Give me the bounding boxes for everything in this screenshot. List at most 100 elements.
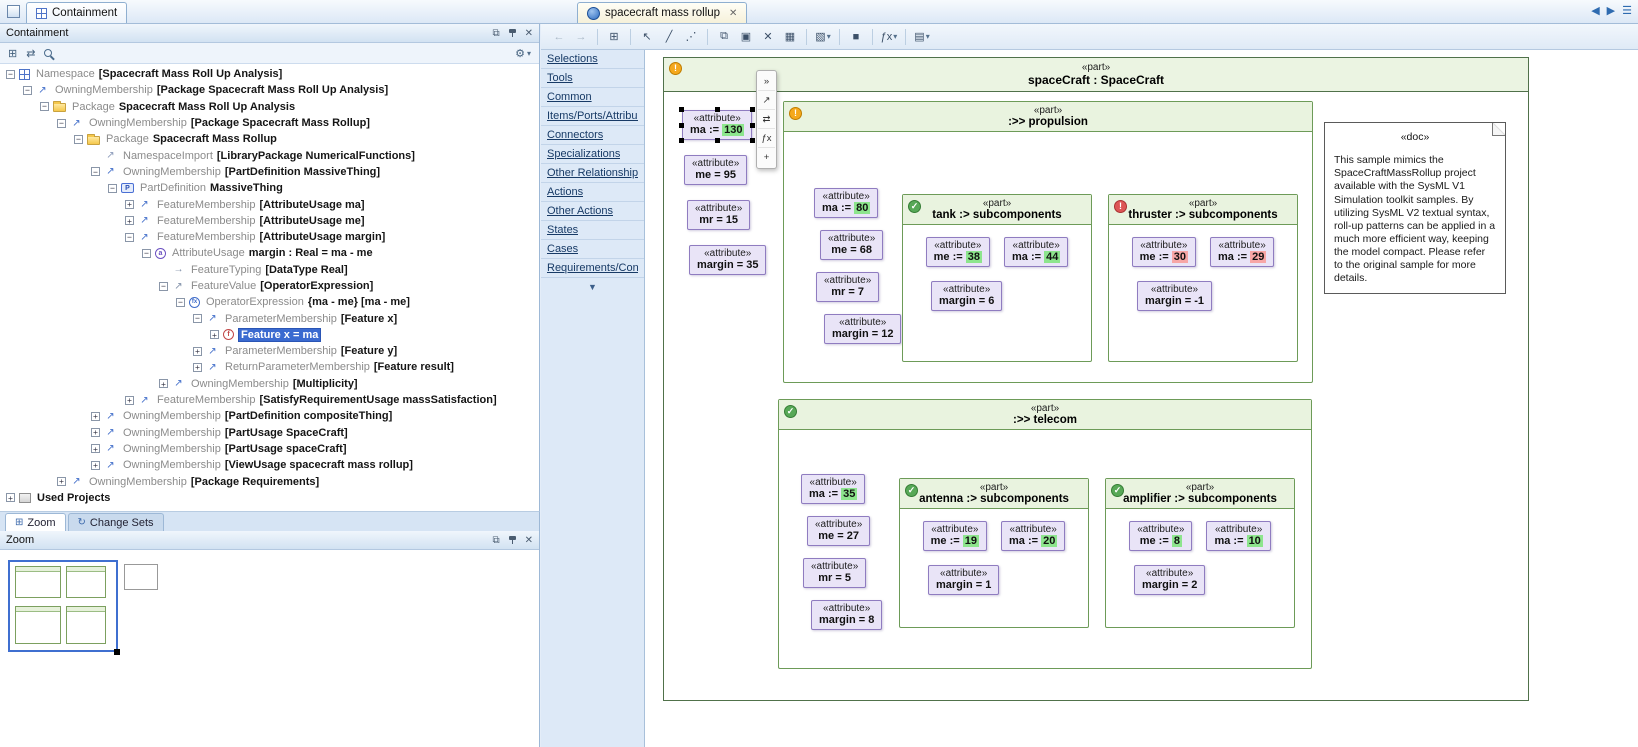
select-in-containment-tree-button[interactable]: ⊞: [604, 27, 624, 47]
tab-list-icon[interactable]: ☰: [1622, 4, 1632, 17]
collapse-toggle-icon[interactable]: −: [176, 298, 185, 307]
expand-toggle-icon[interactable]: +: [91, 461, 100, 470]
expand-toggle-icon[interactable]: +: [6, 493, 15, 502]
tree-node[interactable]: −aAttributeUsagemargin : Real = ma - me: [0, 245, 539, 261]
expand-toggle-icon[interactable]: +: [125, 396, 134, 405]
search-icon[interactable]: [44, 49, 52, 57]
tree-node[interactable]: −PPartDefinitionMassiveThing: [0, 180, 539, 196]
expand-toggle-icon[interactable]: +: [125, 200, 134, 209]
expand-toggle-icon[interactable]: +: [125, 216, 134, 225]
expand-toggle-icon[interactable]: +: [91, 428, 100, 437]
pin-panel-icon[interactable]: [508, 535, 517, 545]
tree-node[interactable]: →FeatureTyping[DataType Real]: [0, 262, 539, 278]
expand-toggle-icon[interactable]: +: [57, 477, 66, 486]
collapse-toggle-icon[interactable]: −: [23, 86, 32, 95]
copy-button[interactable]: ⧉: [714, 27, 734, 47]
cursor-button[interactable]: ↖: [637, 27, 657, 47]
collapse-toggle-icon[interactable]: −: [125, 233, 134, 242]
palette-group-specializations[interactable]: Specializations: [541, 145, 644, 164]
tree-node[interactable]: +fFeature x = ma: [0, 327, 539, 343]
tree-node[interactable]: +↗ReturnParameterMembership[Feature resu…: [0, 359, 539, 375]
fill-color-button[interactable]: ■: [846, 27, 866, 47]
tree-node[interactable]: −PackageSpacecraft Mass Roll Up Analysis: [0, 99, 539, 115]
attribute-box-mr[interactable]: «attribute»mr = 7: [816, 272, 879, 302]
palette-group-tools[interactable]: Tools: [541, 69, 644, 88]
subpart-box[interactable]: ✓«part»amplifier :> subcomponents«attrib…: [1105, 478, 1295, 628]
collapse-toggle-icon[interactable]: −: [74, 135, 83, 144]
error-icon[interactable]: !: [1114, 200, 1127, 213]
expand-toggle-icon[interactable]: +: [210, 330, 219, 339]
part-box[interactable]: ✓«part»:>> telecom«attribute»ma := 35«at…: [778, 399, 1312, 669]
collapse-toggle-icon[interactable]: −: [159, 282, 168, 291]
tab-change-sets[interactable]: ↻ Change Sets: [68, 513, 164, 531]
palette-group-other-actions[interactable]: Other Actions: [541, 202, 644, 221]
tab-diagram[interactable]: spacecraft mass rollup ✕: [577, 2, 747, 23]
tree-node[interactable]: −Namespace[Spacecraft Mass Roll Up Analy…: [0, 66, 539, 82]
expand-toggle-icon[interactable]: +: [193, 363, 202, 372]
paste-button[interactable]: ▣: [736, 27, 756, 47]
attribute-box-ma[interactable]: «attribute»ma := 29: [1210, 237, 1274, 267]
palette-group-actions[interactable]: Actions: [541, 183, 644, 202]
tree-node[interactable]: −↗ParameterMembership[Feature x]: [0, 310, 539, 326]
tree-node[interactable]: ↗NamespaceImport[LibraryPackage Numerica…: [0, 147, 539, 163]
collapse-toggle-icon[interactable]: −: [108, 184, 117, 193]
attribute-box-margin[interactable]: «attribute»margin = 6: [931, 281, 1002, 311]
attribute-box-margin[interactable]: «attribute»margin = 2: [1134, 565, 1205, 595]
attribute-box-me[interactable]: «attribute»me := 19: [923, 521, 987, 551]
palette-group-items-ports-attribu[interactable]: Items/Ports/Attribu...: [541, 107, 644, 126]
diagram-canvas[interactable]: ! «part» spaceCraft : SpaceCraft «attrib…: [645, 50, 1638, 747]
attribute-box-me[interactable]: «attribute»me = 68: [820, 230, 883, 260]
zoom-preview[interactable]: [0, 550, 539, 747]
collapse-toggle-icon[interactable]: −: [91, 167, 100, 176]
subpart-box[interactable]: ✓«part»tank :> subcomponents«attribute»m…: [902, 194, 1092, 362]
back-button[interactable]: ←: [549, 27, 569, 47]
tree-node[interactable]: +↗OwningMembership[Multiplicity]: [0, 376, 539, 392]
attribute-box-margin[interactable]: «attribute»margin = 1: [928, 565, 999, 595]
ok-check-icon[interactable]: ✓: [784, 405, 797, 418]
subpart-box[interactable]: ✓«part»antenna :> subcomponents«attribut…: [899, 478, 1089, 628]
doc-note[interactable]: «doc» This sample mimics the SpaceCraftM…: [1324, 122, 1506, 294]
float-panel-icon[interactable]: ⧉: [492, 28, 499, 39]
expand-toggle-icon[interactable]: +: [91, 412, 100, 421]
tree-node[interactable]: +↗OwningMembership[PartUsage spaceCraft]: [0, 441, 539, 457]
tree-node[interactable]: −fxOperatorExpression{ma - me} [ma - me]: [0, 294, 539, 310]
collapse-toggle-icon[interactable]: −: [57, 119, 66, 128]
collapse-toggle-icon[interactable]: −: [6, 70, 15, 79]
tree-node[interactable]: +↗FeatureMembership[AttributeUsage me]: [0, 213, 539, 229]
tree-node[interactable]: −↗FeatureMembership[AttributeUsage margi…: [0, 229, 539, 245]
tree-node[interactable]: +↗OwningMembership[PartDefinition compos…: [0, 408, 539, 424]
tree-node[interactable]: −↗OwningMembership[Package Spacecraft Ma…: [0, 82, 539, 98]
tab-zoom[interactable]: ⊞ Zoom: [5, 513, 66, 531]
settings-gear-icon[interactable]: ⚙: [515, 47, 525, 60]
attribute-box-margin[interactable]: «attribute»margin = -1: [1137, 281, 1212, 311]
attribute-box-ma[interactable]: «attribute»ma := 35: [801, 474, 865, 504]
tree-node[interactable]: +↗FeatureMembership[SatisfyRequirementUs…: [0, 392, 539, 408]
part-box[interactable]: !«part»:>> propulsion«attribute»ma := 80…: [783, 101, 1313, 383]
attribute-box-ma[interactable]: «attribute»ma := 20: [1001, 521, 1065, 551]
tree-node[interactable]: +↗OwningMembership[Package Requirements]: [0, 473, 539, 489]
zoom-view-rectangle[interactable]: [8, 560, 118, 652]
collapse-toggle-icon[interactable]: −: [40, 102, 49, 111]
draw-line-button[interactable]: ╱: [659, 27, 679, 47]
subpart-box[interactable]: !«part»thruster :> subcomponents«attribu…: [1108, 194, 1298, 362]
tree-node[interactable]: −↗OwningMembership[PartDefinition Massiv…: [0, 164, 539, 180]
attribute-box-ma[interactable]: «attribute»ma := 44: [1004, 237, 1068, 267]
attribute-box-margin[interactable]: «attribute»margin = 8: [811, 600, 882, 630]
expand-toggle-icon[interactable]: +: [159, 379, 168, 388]
tree-node[interactable]: −↗FeatureValue[OperatorExpression]: [0, 278, 539, 294]
expand-toggle-icon[interactable]: +: [193, 347, 202, 356]
collapse-toggle-icon[interactable]: −: [193, 314, 202, 323]
forward-button[interactable]: →: [571, 27, 591, 47]
palette-group-connectors[interactable]: Connectors: [541, 126, 644, 145]
layout-button[interactable]: ▦: [780, 27, 800, 47]
collapse-toggle-icon[interactable]: −: [142, 249, 151, 258]
warning-icon[interactable]: !: [789, 107, 802, 120]
palette-group-states[interactable]: States: [541, 221, 644, 240]
pin-panel-icon[interactable]: [508, 28, 517, 38]
attribute-box-me[interactable]: «attribute»me := 38: [926, 237, 990, 267]
attribute-box-mr[interactable]: «attribute»mr = 5: [803, 558, 866, 588]
ok-check-icon[interactable]: ✓: [1111, 484, 1124, 497]
ok-check-icon[interactable]: ✓: [905, 484, 918, 497]
palette-group-common[interactable]: Common: [541, 88, 644, 107]
prev-tab-icon[interactable]: ◀: [1591, 4, 1599, 17]
